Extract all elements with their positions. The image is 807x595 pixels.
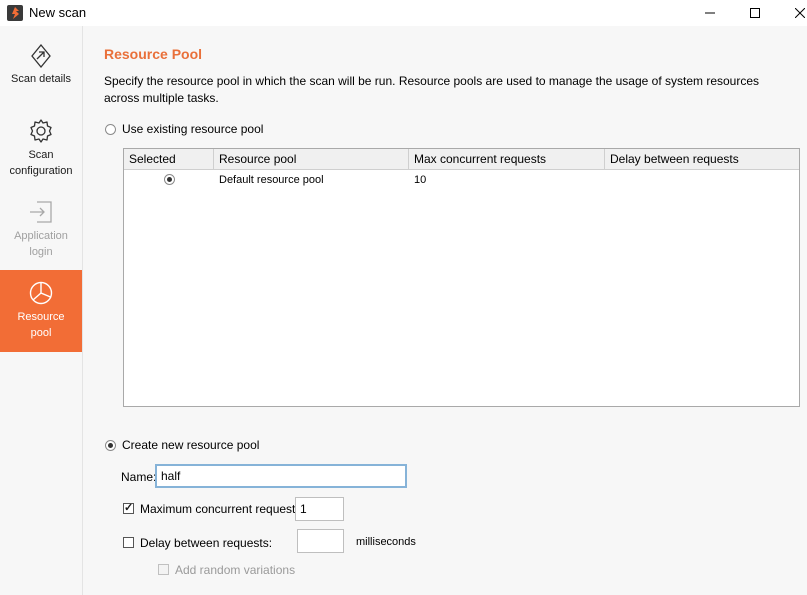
use-existing-pool-radio[interactable]	[105, 123, 116, 135]
sidebar-item-label-line: Resource	[17, 311, 65, 323]
main-panel: Resource Pool Specify the resource pool …	[83, 26, 807, 595]
login-arrow-icon	[30, 201, 52, 223]
create-new-pool-label: Create new resource pool	[122, 438, 260, 452]
column-header-delay[interactable]: Delay between requests	[605, 149, 799, 169]
page-description: Specify the resource pool in which the s…	[104, 74, 760, 105]
table-header: Selected Resource pool Max concurrent re…	[124, 149, 799, 170]
sidebar-item-application-login[interactable]: Application login	[0, 199, 82, 261]
use-existing-pool-label: Use existing resource pool	[122, 122, 264, 136]
maximize-button[interactable]	[732, 0, 778, 26]
sidebar-item-label: Scan details	[11, 73, 71, 85]
sidebar-item-scan-details[interactable]: Scan details	[0, 44, 82, 94]
pie-chart-icon	[29, 281, 53, 305]
title-bar: New scan	[0, 0, 807, 26]
window-title: New scan	[29, 5, 87, 20]
use-existing-pool-option[interactable]: Use existing resource pool	[105, 122, 263, 136]
column-header-max-concurrent[interactable]: Max concurrent requests	[409, 149, 605, 169]
sidebar-item-label-line: pool	[30, 327, 52, 339]
delay-checkbox[interactable]	[123, 537, 134, 548]
max-concurrent-input[interactable]	[295, 497, 344, 521]
minimize-button[interactable]	[687, 0, 733, 26]
row-selected-cell[interactable]	[164, 171, 184, 189]
row-selected-radio[interactable]	[164, 174, 175, 185]
sidebar-item-scan-configuration[interactable]: Scan configuration	[0, 118, 82, 180]
sidebar-item-resource-pool[interactable]: Resource pool	[0, 270, 82, 352]
column-header-selected[interactable]: Selected	[124, 149, 214, 169]
create-new-pool-option[interactable]: Create new resource pool	[105, 438, 259, 452]
delay-unit-label: milliseconds	[356, 536, 416, 548]
sidebar-item-label-line: Application	[14, 230, 68, 242]
delay-label: Delay between requests:	[140, 536, 273, 550]
row-max-concurrent-cell: 10	[414, 174, 427, 186]
compass-icon	[31, 44, 51, 68]
close-icon	[795, 8, 805, 18]
row-resource-pool-cell: Default resource pool	[219, 174, 324, 186]
gear-icon	[30, 119, 52, 143]
max-concurrent-label: Maximum concurrent requests:	[140, 502, 305, 516]
sidebar: Scan details Scan configuration Applicat…	[0, 26, 83, 595]
sidebar-item-label-line: configuration	[9, 165, 73, 177]
max-concurrent-checkbox[interactable]	[123, 501, 134, 514]
column-header-resource-pool[interactable]: Resource pool	[214, 149, 409, 169]
close-button[interactable]	[777, 0, 807, 26]
resource-pool-table: Selected Resource pool Max concurrent re…	[123, 148, 800, 407]
pool-name-input[interactable]	[155, 464, 407, 488]
row-delay-cell	[605, 171, 799, 189]
sidebar-item-label-line: Scan	[28, 149, 54, 161]
maximize-icon	[750, 8, 760, 18]
random-variations-checkbox[interactable]	[158, 564, 169, 575]
sidebar-item-label-line: login	[29, 246, 53, 258]
name-label: Name:	[121, 470, 157, 484]
minimize-icon	[705, 12, 715, 14]
page-title: Resource Pool	[104, 46, 203, 62]
app-logo-icon	[7, 5, 23, 21]
create-new-pool-radio[interactable]	[105, 439, 116, 451]
random-variations-label: Add random variations	[175, 563, 296, 577]
delay-input[interactable]	[297, 529, 344, 553]
